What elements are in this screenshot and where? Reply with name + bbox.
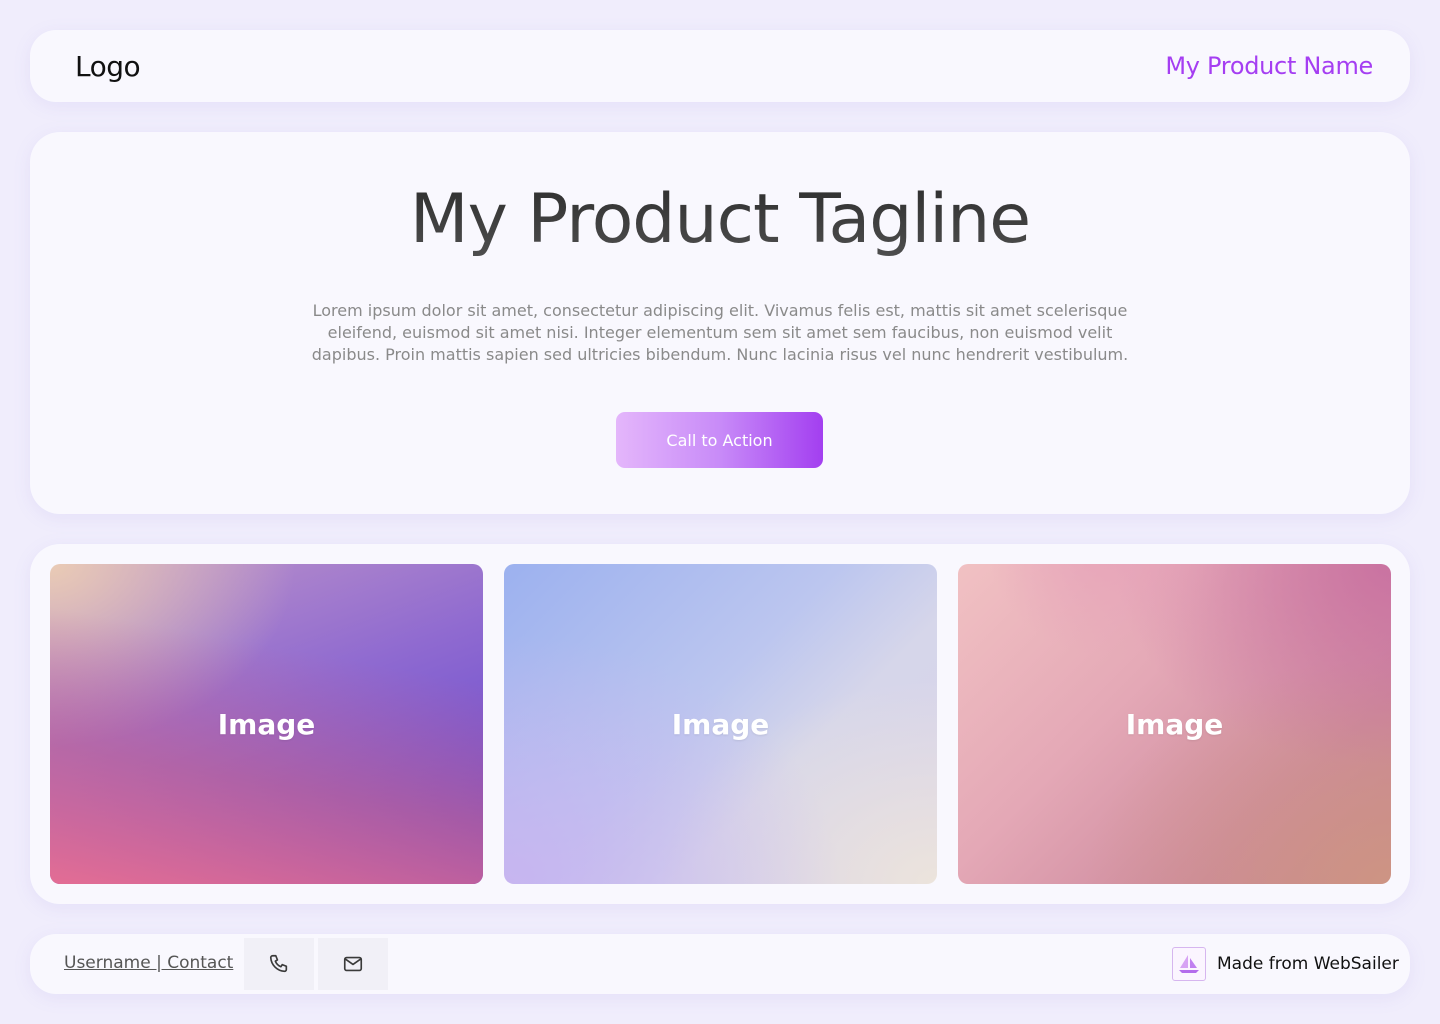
site-footer: Username | Contact Made from WebSailer	[30, 934, 1410, 994]
logo[interactable]: Logo	[75, 50, 141, 83]
image-label: Image	[671, 707, 770, 741]
image-placeholder-2: Image	[504, 564, 937, 884]
hero-section: My Product Tagline Lorem ipsum dolor sit…	[30, 132, 1410, 514]
image-placeholder-1: Image	[50, 564, 483, 884]
mail-button[interactable]	[318, 938, 388, 990]
made-from-credit[interactable]: Made from WebSailer	[1217, 954, 1399, 974]
image-gallery: Image Image Image	[30, 544, 1410, 904]
image-label: Image	[1125, 707, 1224, 741]
mail-icon	[343, 956, 363, 972]
username-contact-link[interactable]: Username | Contact	[64, 953, 233, 973]
site-header: Logo My Product Name	[30, 30, 1410, 102]
phone-icon	[269, 954, 288, 973]
hero-description: Lorem ipsum dolor sit amet, consectetur …	[311, 301, 1129, 364]
product-tagline: My Product Tagline	[30, 180, 1410, 259]
image-placeholder-3: Image	[958, 564, 1391, 884]
call-to-action-button[interactable]: Call to Action	[616, 412, 823, 468]
phone-button[interactable]	[244, 938, 314, 990]
sailboat-icon	[1179, 955, 1199, 973]
product-name-link[interactable]: My Product Name	[1165, 52, 1373, 80]
image-label: Image	[217, 707, 316, 741]
websailer-logo[interactable]	[1172, 947, 1206, 981]
